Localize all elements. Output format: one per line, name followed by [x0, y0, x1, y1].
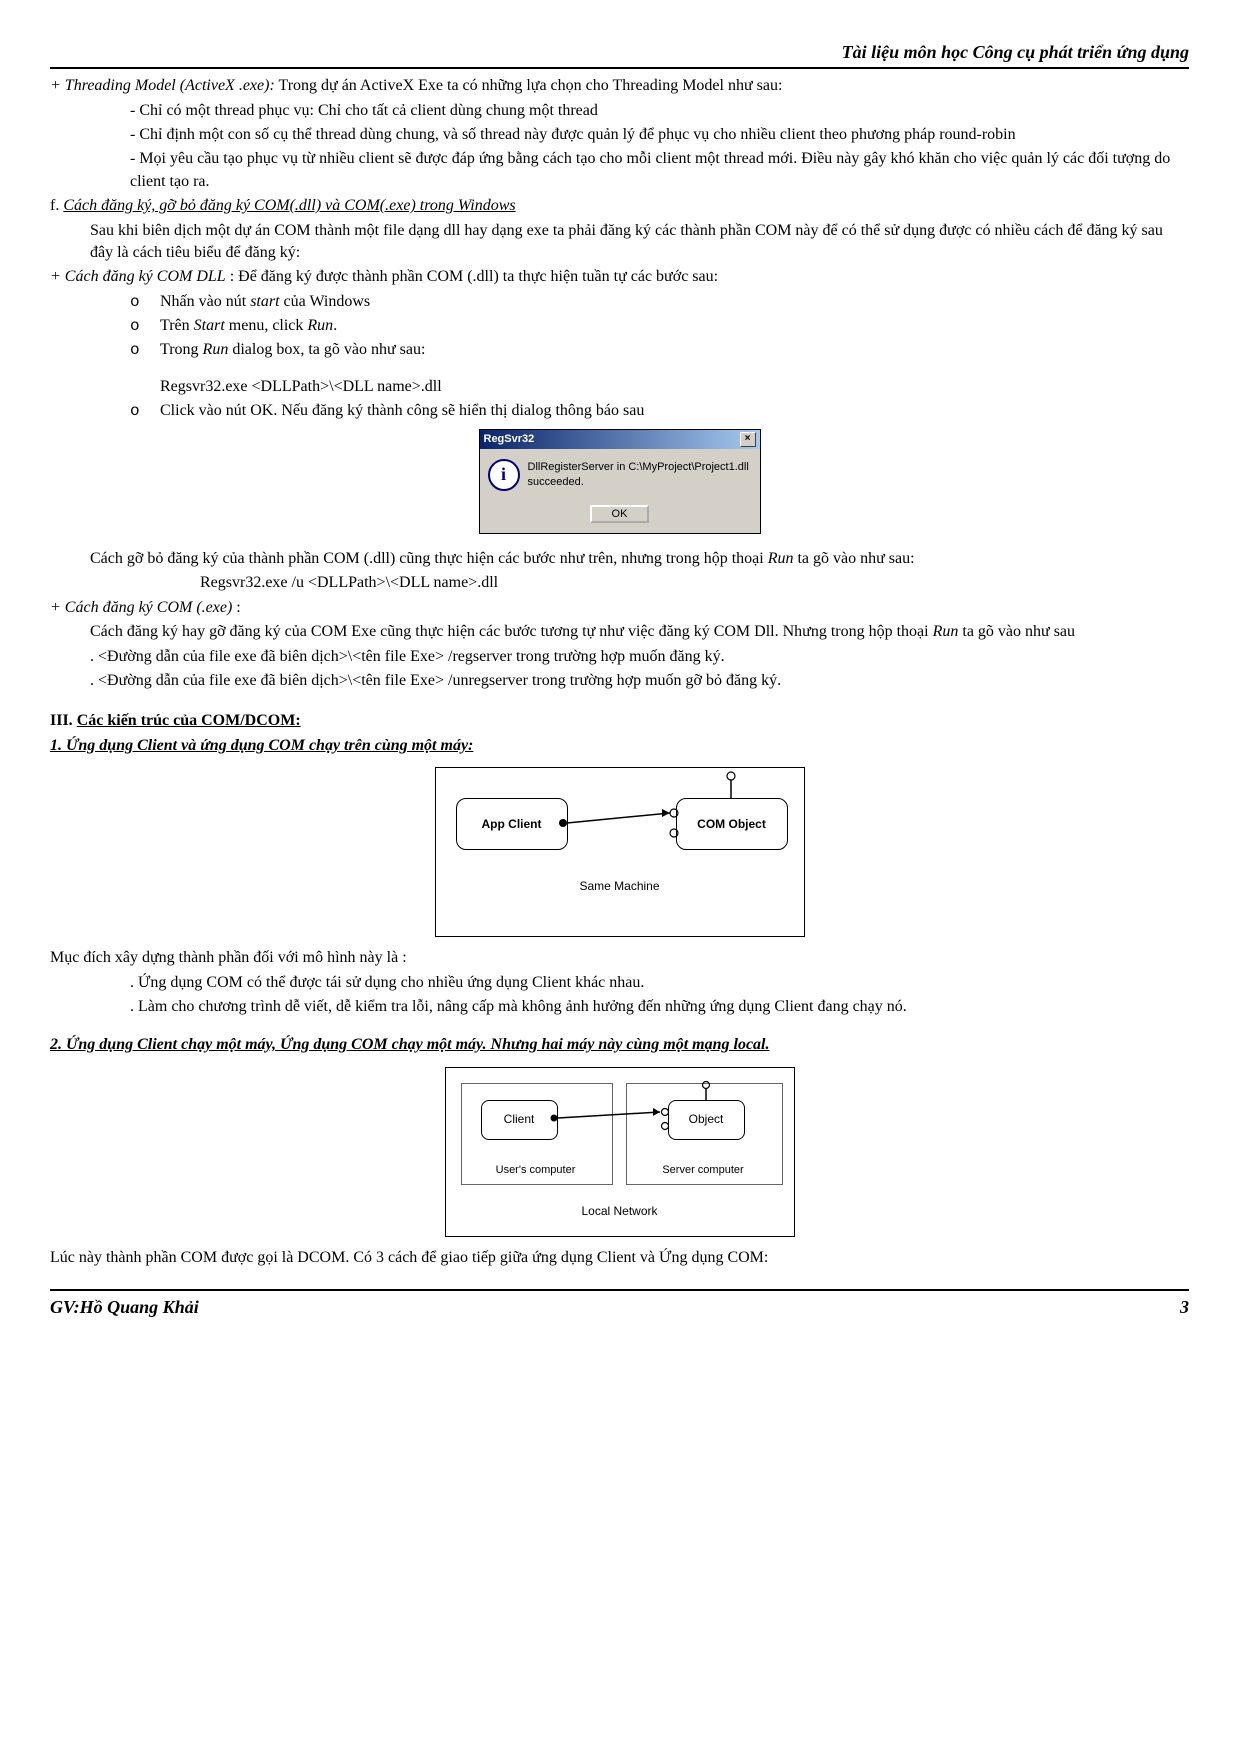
dialog-title: RegSvr32 [484, 432, 535, 447]
diagram-same-machine: App Client COM Object Same Machine [435, 767, 805, 937]
step-2-b: Start [194, 317, 225, 334]
step-1-c: của Windows [280, 293, 371, 310]
dcom-paragraph: Lúc này thành phần COM được gọi là DCOM.… [50, 1247, 1189, 1269]
regsvr-dialog: RegSvr32 × i DllRegisterServer in C:\MyP… [479, 429, 761, 534]
threading-lead: + Threading Model (ActiveX .exe): Trong … [50, 75, 1189, 97]
reg-exe-italic: + Cách đăng ký COM (.exe) [50, 599, 232, 616]
unreg-p-b: Run [768, 550, 794, 567]
step-4: o Click vào nút OK. Nếu đăng ký thành cô… [50, 400, 1189, 422]
exe-p-a: Cách đăng ký hay gỡ đăng ký của COM Exe … [90, 623, 933, 640]
section-f-title: Cách đăng ký, gỡ bỏ đăng ký COM(.dll) và… [63, 197, 515, 214]
regsvr-command-1: Regsvr32.exe <DLLPath>\<DLL name>.dll [50, 376, 1189, 398]
section-3-heading: III. Các kiến trúc của COM/DCOM: [50, 710, 1189, 732]
close-icon[interactable]: × [740, 432, 756, 447]
threading-lead-italic: + Threading Model (ActiveX .exe): [50, 77, 275, 94]
step-3: o Trong Run dialog box, ta gõ vào như sa… [50, 339, 1189, 361]
exe-paragraph: Cách đăng ký hay gỡ đăng ký của COM Exe … [50, 621, 1189, 643]
step-2-e: . [333, 317, 337, 334]
user-computer-label: User's computer [461, 1163, 611, 1178]
bullet-marker: o [130, 315, 160, 337]
exe-regserver: . <Đường dẫn của file exe đã biên dịch>\… [50, 646, 1189, 668]
footer-author: GV:Hồ Quang Khải [50, 1295, 199, 1320]
reg-exe-rest: : [232, 599, 240, 616]
reg-exe-heading: + Cách đăng ký COM (.exe) : [50, 597, 1189, 619]
bullet-marker: o [130, 339, 160, 361]
same-machine-label: Same Machine [436, 878, 804, 895]
step-1-a: Nhấn vào nút [160, 293, 250, 310]
purpose-1: . Ứng dụng COM có thể được tái sử dụng c… [50, 972, 1189, 994]
local-network-label: Local Network [446, 1203, 794, 1220]
info-icon: i [488, 459, 520, 491]
step-3-a: Trong [160, 341, 203, 358]
dialog-titlebar: RegSvr32 × [480, 430, 760, 449]
sec3-pre: III. [50, 712, 77, 729]
section-f-pre: f. [50, 197, 63, 214]
purpose-heading: Mục đích xây dựng thành phần đối với mô … [50, 947, 1189, 969]
exe-p-b: Run [933, 623, 959, 640]
unreg-p-c: ta gõ vào như sau: [793, 550, 914, 567]
bullet-marker: o [130, 400, 160, 422]
step-2: o Trên Start menu, click Run. [50, 315, 1189, 337]
step-1-b: start [250, 293, 279, 310]
exe-unregserver: . <Đường dẫn của file exe đã biên dịch>\… [50, 670, 1189, 692]
purpose-2: . Làm cho chương trình dễ viết, dễ kiểm … [50, 996, 1189, 1018]
unreg-paragraph: Cách gỡ bỏ đăng ký của thành phần COM (.… [50, 548, 1189, 570]
page-header: Tài liệu môn học Công cụ phát triển ứng … [50, 40, 1189, 69]
unreg-p-a: Cách gỡ bỏ đăng ký của thành phần COM (.… [90, 550, 768, 567]
server-computer-label: Server computer [626, 1163, 781, 1178]
regsvr-command-2: Regsvr32.exe /u <DLLPath>\<DLL name>.dll [50, 572, 1189, 594]
step-2-c: menu, click [225, 317, 308, 334]
step-4-text: Click vào nút OK. Nếu đăng ký thành công… [160, 400, 644, 422]
reg-dll-italic: + Cách đăng ký COM DLL [50, 268, 226, 285]
step-2-a: Trên [160, 317, 194, 334]
bullet-1: - Chỉ có một thread phục vụ: Chỉ cho tất… [50, 100, 1189, 122]
step-2-d: Run [307, 317, 333, 334]
bullet-2: - Chỉ định một con số cụ thể thread dùng… [50, 124, 1189, 146]
bullet-marker: o [130, 291, 160, 313]
sec3-title: Các kiến trúc của COM/DCOM: [77, 712, 301, 729]
bullet-3: - Mọi yêu cầu tạo phục vụ từ nhiều clien… [50, 148, 1189, 193]
reg-dll-rest: : Để đăng ký được thành phần COM (.dll) … [226, 268, 718, 285]
page-footer: GV:Hồ Quang Khải 3 [50, 1289, 1189, 1320]
ok-button[interactable]: OK [590, 505, 650, 523]
section-f-heading: f. Cách đăng ký, gỡ bỏ đăng ký COM(.dll)… [50, 195, 1189, 217]
exe-p-c: ta gõ vào như sau [958, 623, 1075, 640]
diagram-lines [436, 768, 806, 938]
diagram-local-network: Client Object User's computer Server com… [445, 1067, 795, 1237]
subsection-1: 1. Ứng dụng Client và ứng dụng COM chạy … [50, 735, 1189, 757]
threading-lead-rest: Trong dự án ActiveX Exe ta có những lựa … [275, 77, 783, 94]
subsection-2: 2. Ứng dụng Client chạy một máy, Ứng dụn… [50, 1034, 1189, 1056]
step-3-c: dialog box, ta gõ vào như sau: [228, 341, 425, 358]
step-3-b: Run [203, 341, 229, 358]
step-1: o Nhấn vào nút start của Windows [50, 291, 1189, 313]
footer-page-number: 3 [1180, 1295, 1189, 1320]
dialog-message: DllRegisterServer in C:\MyProject\Projec… [528, 460, 752, 491]
f-paragraph: Sau khi biên dịch một dự án COM thành mộ… [50, 220, 1189, 265]
reg-dll-heading: + Cách đăng ký COM DLL : Để đăng ký được… [50, 266, 1189, 288]
